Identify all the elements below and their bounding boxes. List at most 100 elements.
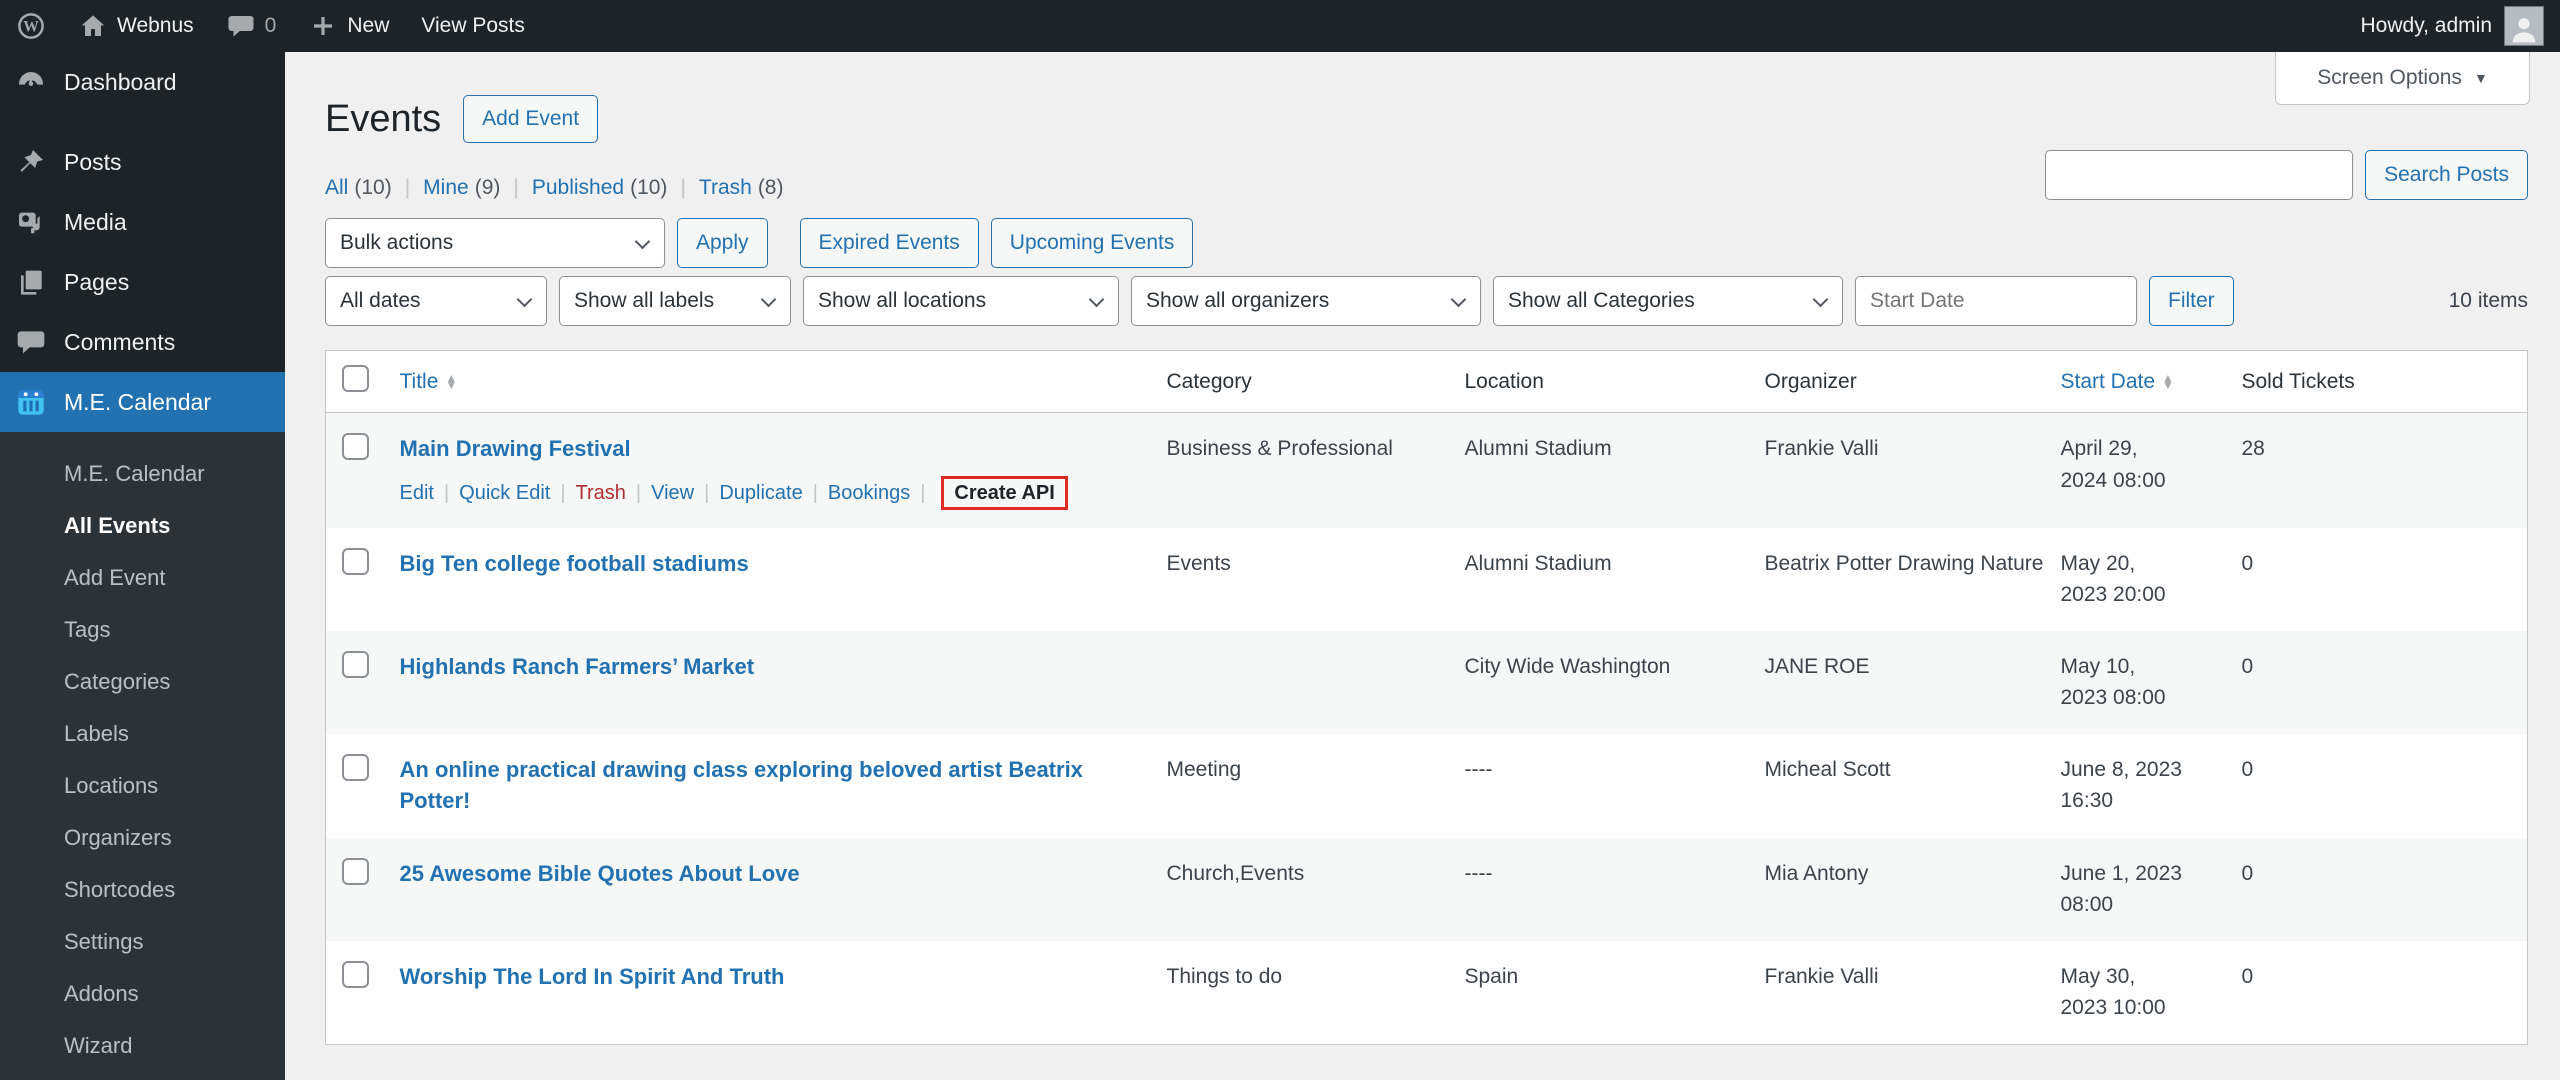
upcoming-events-button[interactable]: Upcoming Events (990, 218, 1194, 268)
add-event-button[interactable]: Add Event (463, 95, 599, 143)
calendar-icon (14, 385, 48, 419)
view-published-link[interactable]: Published (532, 176, 624, 200)
apply-button[interactable]: Apply (677, 218, 768, 268)
comments-bubble[interactable]: 0 (210, 0, 293, 52)
dates-filter-select[interactable]: All dates (325, 276, 547, 326)
sort-by-title-link[interactable]: Title (400, 370, 439, 393)
sidebar-item-pages[interactable]: Pages (0, 252, 285, 312)
duplicate-action[interactable]: Duplicate (719, 482, 802, 504)
sidebar-item-comments[interactable]: Comments (0, 312, 285, 372)
cell-location: Alumni Stadium (1464, 437, 1612, 460)
cell-organizer: Frankie Valli (1764, 964, 1879, 988)
view-mine-link[interactable]: Mine (423, 176, 469, 200)
main-content: Screen Options ▼ Search Posts Events Add… (285, 0, 2560, 1045)
submenu-item-tags[interactable]: Tags (0, 604, 285, 656)
submenu-item-addons[interactable]: Addons (0, 968, 285, 1020)
howdy-text[interactable]: Howdy, admin (2361, 14, 2493, 38)
submenu-item-labels[interactable]: Labels (0, 708, 285, 760)
cell-organizer: Micheal Scott (1764, 757, 1891, 781)
quick-edit-action[interactable]: Quick Edit (459, 482, 550, 504)
event-title-link[interactable]: An online practical drawing class explor… (400, 754, 1153, 818)
avatar[interactable] (2504, 6, 2544, 46)
submenu-item-all-events[interactable]: All Events (0, 500, 285, 552)
cell-category: Events (1166, 551, 1231, 575)
cell-organizer: Beatrix Potter Drawing Nature (1764, 551, 2044, 575)
view-trash-link[interactable]: Trash (699, 176, 752, 200)
comment-icon (14, 325, 48, 359)
labels-filter-select[interactable]: Show all labels (559, 276, 791, 326)
row-checkbox[interactable] (342, 857, 369, 885)
sidebar-item-posts[interactable]: Posts (0, 132, 285, 192)
column-header-organizer: Organizer (1764, 350, 2061, 413)
cell-start-date: May 30, 2023 10:00 (2060, 964, 2166, 1020)
expired-events-button[interactable]: Expired Events (799, 218, 979, 268)
cell-sold-tickets: 0 (2241, 551, 2254, 575)
admin-bar: W Webnus 0 New View Posts Howdy, admin (0, 0, 2560, 52)
submenu-item-shortcodes[interactable]: Shortcodes (0, 864, 285, 916)
cell-location: City Wide Washington (1464, 654, 1671, 678)
cell-category: Things to do (1166, 964, 1283, 988)
bookings-action[interactable]: Bookings (828, 482, 910, 504)
organizers-filter-value: Show all organizers (1146, 289, 1330, 312)
submenu-item-wizard[interactable]: Wizard (0, 1020, 285, 1072)
search-posts-button[interactable]: Search Posts (2365, 150, 2528, 200)
sidebar-item-me-calendar[interactable]: M.E. Calendar (0, 372, 285, 432)
locations-filter-select[interactable]: Show all locations (803, 276, 1119, 326)
chevron-down-icon (516, 291, 533, 308)
event-title-link[interactable]: 25 Awesome Bible Quotes About Love (400, 858, 800, 890)
categories-filter-select[interactable]: Show all Categories (1493, 276, 1843, 326)
view-all: All (10) (325, 176, 392, 200)
bulk-actions-select[interactable]: Bulk actions (325, 218, 665, 268)
event-title-link[interactable]: Highlands Ranch Farmers’ Market (400, 651, 755, 683)
edit-action[interactable]: Edit (400, 482, 434, 504)
chevron-down-icon: ▼ (2473, 70, 2488, 86)
view-action[interactable]: View (651, 482, 694, 504)
submenu-item-me-calendar[interactable]: M.E. Calendar (0, 448, 285, 500)
view-all-link[interactable]: All (325, 176, 348, 200)
wordpress-logo-menu[interactable]: W (0, 0, 62, 52)
submenu-item-categories[interactable]: Categories (0, 656, 285, 708)
screen-options-label: Screen Options (2317, 66, 2462, 89)
cell-location: Spain (1464, 964, 1519, 988)
row-checkbox[interactable] (342, 960, 369, 988)
event-title-link[interactable]: Worship The Lord In Spirit And Truth (400, 961, 785, 993)
event-title-link[interactable]: Main Drawing Festival (400, 433, 631, 465)
screen-options-tab[interactable]: Screen Options ▼ (2275, 52, 2530, 105)
submenu-item-add-event[interactable]: Add Event (0, 552, 285, 604)
submenu-item-settings[interactable]: Settings (0, 916, 285, 968)
cell-category: Business & Professional (1166, 437, 1393, 460)
create-api-action[interactable]: Create API (941, 475, 1068, 510)
svg-text:W: W (23, 19, 39, 36)
row-checkbox[interactable] (342, 753, 369, 781)
sort-by-start-date-link[interactable]: Start Date (2061, 370, 2156, 393)
site-name: Webnus (117, 14, 194, 37)
cell-start-date: June 8, 2023 16:30 (2060, 757, 2182, 813)
sidebar-item-media[interactable]: Media (0, 192, 285, 252)
select-all-checkbox[interactable] (342, 365, 369, 392)
row-checkbox[interactable] (342, 433, 369, 460)
submenu-item-locations[interactable]: Locations (0, 760, 285, 812)
view-posts-link[interactable]: View Posts (405, 0, 541, 52)
site-name-link[interactable]: Webnus (62, 0, 210, 52)
start-date-input[interactable] (1855, 276, 2137, 326)
chevron-down-icon (1088, 291, 1105, 308)
column-header-category: Category (1166, 350, 1465, 413)
filter-button[interactable]: Filter (2149, 276, 2234, 326)
search-input[interactable] (2045, 150, 2354, 200)
event-title-link[interactable]: Big Ten college football stadiums (400, 548, 749, 580)
organizers-filter-select[interactable]: Show all organizers (1131, 276, 1481, 326)
bulk-actions-toolbar: Bulk actions Apply Expired Events Upcomi… (325, 218, 2528, 268)
view-posts-label: View Posts (421, 14, 525, 37)
row-checkbox[interactable] (342, 650, 369, 678)
new-content-menu[interactable]: New (292, 0, 405, 52)
column-header-start-date: Start Date ▲ ▼ (2060, 350, 2242, 413)
row-actions: Edit Quick Edit Trash View Duplicate Boo… (400, 475, 1153, 510)
sidebar-item-dashboard[interactable]: Dashboard (0, 52, 285, 112)
submenu-item-organizers[interactable]: Organizers (0, 812, 285, 864)
sort-arrows-icon[interactable]: ▲ ▼ (2162, 371, 2174, 391)
trash-action[interactable]: Trash (576, 482, 626, 504)
row-checkbox[interactable] (342, 547, 369, 575)
column-header-title: Title ▲ ▼ (399, 350, 1167, 413)
sort-arrows-icon[interactable]: ▲ ▼ (445, 371, 457, 391)
cell-start-date: June 1, 2023 08:00 (2060, 861, 2182, 917)
